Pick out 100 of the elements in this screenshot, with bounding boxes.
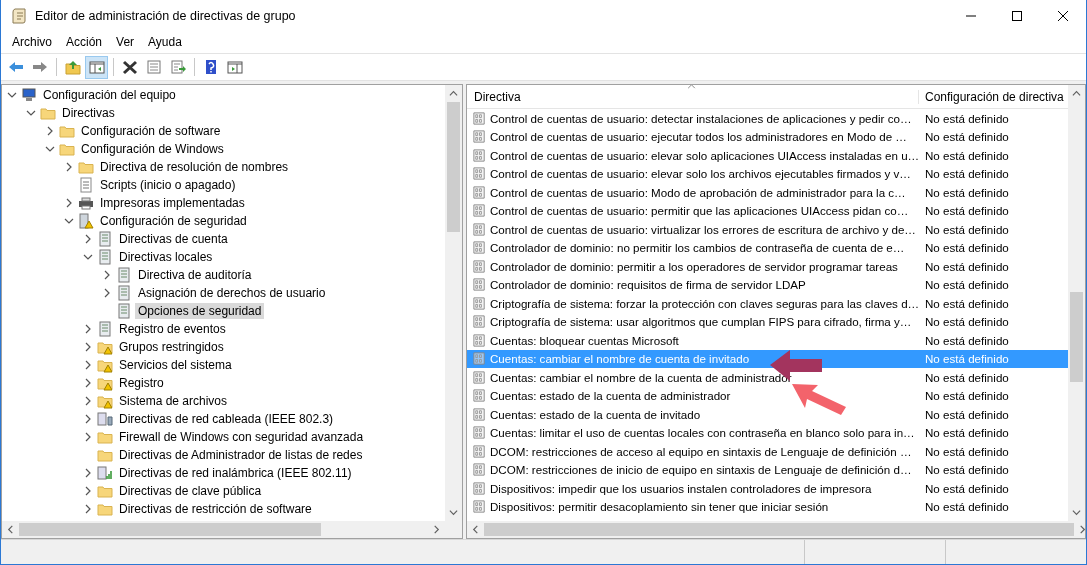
folder-icon xyxy=(97,501,113,517)
tree-item[interactable]: Registro de eventos xyxy=(116,321,229,337)
policy-icon xyxy=(472,388,487,404)
tree-item[interactable]: Configuración de Windows xyxy=(78,141,227,157)
scroll-down-icon[interactable] xyxy=(449,508,458,517)
scroll-left-icon[interactable] xyxy=(6,525,15,534)
lockfolder-icon xyxy=(97,339,113,355)
policy-row[interactable]: Cuentas: limitar el uso de cuentas locales con contraseña en blanco solo para in… No está definido xyxy=(467,423,1068,442)
policy-row[interactable]: Criptografía de sistema: forzar la protección con claves seguras para las claves d… No está definido xyxy=(467,294,1068,313)
expanded-chevron-icon[interactable] xyxy=(63,216,74,226)
expanded-chevron-icon[interactable] xyxy=(25,108,36,118)
menu-item[interactable]: Acción xyxy=(59,33,110,51)
table-cell-text: No está definido xyxy=(924,352,1009,366)
policy-row[interactable]: Cuentas: estado de la cuenta de administrador No está definido xyxy=(467,386,1068,405)
policy-row[interactable]: Dispositivos: impedir que los usuarios instalen controladores de impresora No está definido xyxy=(467,479,1068,498)
tree-item[interactable]: Directiva de auditoría xyxy=(135,267,255,283)
table-cell: Cuentas: cambiar el nombre de cuenta de invitado xyxy=(490,352,750,366)
policy-row[interactable]: Controlador de dominio: permitir a los operadores de servidor programar tareas No está definido xyxy=(467,257,1068,276)
folder-icon xyxy=(59,123,75,139)
tree-item[interactable]: Directivas de red inalámbrica (IEEE 802.11) xyxy=(116,465,355,481)
tree-item[interactable]: Grupos restringidos xyxy=(116,339,227,355)
table-cell: Control de cuentas de usuario: elevar solo aplicaciones UIAccess instaladas en u… xyxy=(490,148,918,162)
table-cell-text: No está definido xyxy=(924,241,1009,255)
policy-row[interactable]: Dispositivos: permitir desacoplamiento sin tener que iniciar sesión No está definido xyxy=(467,497,1068,516)
table-cell-text: No está definido xyxy=(924,148,1009,162)
table-cell-text: No está definido xyxy=(924,111,1009,125)
policy-row[interactable]: Controlador de dominio: requisitos de firma de servidor LDAP No está definido xyxy=(467,275,1068,294)
sort-caret-icon xyxy=(687,85,696,89)
scrollbar-thumb[interactable] xyxy=(447,102,460,232)
policy-row[interactable]: Control de cuentas de usuario: Modo de aprobación de administrador para la c… No está definido xyxy=(467,183,1068,202)
policy-icon xyxy=(472,258,487,274)
tree-item[interactable]: Directiva de resolución de nombres xyxy=(97,159,292,175)
vertical-scrollbar[interactable] xyxy=(1068,85,1085,521)
folder-icon xyxy=(97,447,113,463)
menu-item[interactable]: Archivo xyxy=(5,33,59,51)
table-cell-text: No está definido xyxy=(924,130,1009,144)
policy-row[interactable]: Control de cuentas de usuario: permitir que las aplicaciones UIAccess pidan co… No está definido xyxy=(467,201,1068,220)
tree-item[interactable]: Directivas de cuenta xyxy=(116,231,231,247)
tree-item[interactable]: Directivas locales xyxy=(116,249,216,265)
table-cell-text: No está definido xyxy=(924,278,1009,292)
policy-row[interactable]: Control de cuentas de usuario: elevar solo los archivos ejecutables firmados y v… No está definido xyxy=(467,164,1068,183)
table-cell-text: No está definido xyxy=(924,407,1009,421)
tree-item[interactable]: Configuración de software xyxy=(78,123,224,139)
policy-row[interactable]: Cuentas: cambiar el nombre de la cuenta de administrador No está definido xyxy=(467,368,1068,387)
export-list-icon xyxy=(169,59,186,75)
policy-row[interactable]: DCOM: restricciones de acceso al equipo en sintaxis de Lenguaje de definición … No está definido xyxy=(467,442,1068,461)
table-cell: Controlador de dominio: requisitos de firma de servidor LDAP xyxy=(490,278,806,292)
tree-item[interactable]: Servicios del sistema xyxy=(116,357,235,373)
policy-row[interactable]: Control de cuentas de usuario: virtualizar los errores de escritura de archivo y de… No está definido xyxy=(467,220,1068,239)
folder-icon xyxy=(97,483,113,499)
policy-row[interactable]: Cuentas: bloquear cuentas Microsoft No está definido xyxy=(467,331,1068,350)
delete-icon xyxy=(121,59,138,75)
tree-item[interactable]: Asignación de derechos de usuario xyxy=(135,285,329,301)
tree-item[interactable]: Directivas de Administrador de listas de redes xyxy=(116,447,366,463)
policy-row[interactable]: Control de cuentas de usuario: detectar instalaciones de aplicaciones y pedir co… No está definido xyxy=(467,109,1068,128)
tree-item[interactable]: Directivas de red cableada (IEEE 802.3) xyxy=(116,411,337,427)
tree-item[interactable]: Sistema de archivos xyxy=(116,393,231,409)
horizontal-scrollbar[interactable] xyxy=(467,521,1085,538)
policy-row[interactable]: DCOM: restricciones de inicio de equipo en sintaxis de Lenguaje de definición d… No está definido xyxy=(467,460,1068,479)
policy-row[interactable]: Cuentas: estado de la cuenta de invitado No está definido xyxy=(467,405,1068,424)
expanded-chevron-icon[interactable] xyxy=(6,90,17,100)
tree-item[interactable]: Impresoras implementadas xyxy=(97,195,248,211)
expanded-chevron-icon[interactable] xyxy=(82,252,93,262)
table-cell: Controlador de dominio: permitir a los operadores de servidor programar tareas xyxy=(490,259,898,273)
scroll-up-icon[interactable] xyxy=(1072,89,1081,98)
table-cell: Controlador de dominio: no permitir los cambios de contraseña de cuenta de e… xyxy=(490,241,905,255)
tree-item[interactable]: Registro xyxy=(116,375,167,391)
scroll-right-icon[interactable] xyxy=(1078,525,1085,534)
scrollbar-thumb[interactable] xyxy=(484,523,1074,536)
scrollbar-thumb[interactable] xyxy=(19,523,321,536)
tree-item[interactable]: Firewall de Windows con seguridad avanzada xyxy=(116,429,367,445)
scroll-down-icon[interactable] xyxy=(1072,508,1081,517)
menu-item[interactable]: Ayuda xyxy=(141,33,189,51)
tree-item[interactable]: Configuración de seguridad xyxy=(97,213,250,229)
policy-row[interactable]: Controlador de dominio: no permitir los cambios de contraseña de cuenta de e… No está definido xyxy=(467,238,1068,257)
script-icon xyxy=(78,177,94,193)
policy-icon xyxy=(472,147,487,163)
menu-item[interactable]: Ver xyxy=(109,33,142,51)
tree-item[interactable]: Directivas de clave pública xyxy=(116,483,265,499)
expanded-chevron-icon[interactable] xyxy=(44,144,55,154)
vertical-scrollbar[interactable] xyxy=(445,85,462,521)
horizontal-scrollbar[interactable] xyxy=(2,521,445,538)
table-cell: Cuentas: bloquear cuentas Microsoft xyxy=(490,333,679,347)
policy-icon xyxy=(472,221,487,237)
tree-item[interactable]: Opciones de seguridad xyxy=(135,303,265,319)
policy-row[interactable]: Criptografía de sistema: usar algoritmos que cumplan FIPS para cifrado, firma y… No está definido xyxy=(467,312,1068,331)
scroll-left-icon[interactable] xyxy=(471,525,480,534)
policy-row[interactable]: Control de cuentas de usuario: ejecutar todos los administradores en Modo de … No está definido xyxy=(467,127,1068,146)
tree-item[interactable]: Directivas de restricción de software xyxy=(116,501,315,517)
scroll-up-icon[interactable] xyxy=(449,89,458,98)
policy-row[interactable]: Control de cuentas de usuario: elevar solo aplicaciones UIAccess instaladas en u… No está definido xyxy=(467,146,1068,165)
console-tree-button[interactable] xyxy=(85,55,108,79)
scroll-right-icon[interactable] xyxy=(432,525,441,534)
scrollbar-thumb[interactable] xyxy=(1070,292,1083,382)
tree-item[interactable]: Configuración del equipo xyxy=(40,87,179,103)
tree-item[interactable]: Scripts (inicio o apagado) xyxy=(97,177,239,193)
tree-item[interactable]: Directivas xyxy=(59,105,118,121)
action-pane-icon xyxy=(226,59,243,75)
table-cell-text: No está definido xyxy=(924,463,1009,477)
column-header[interactable]: Directiva xyxy=(467,89,918,104)
